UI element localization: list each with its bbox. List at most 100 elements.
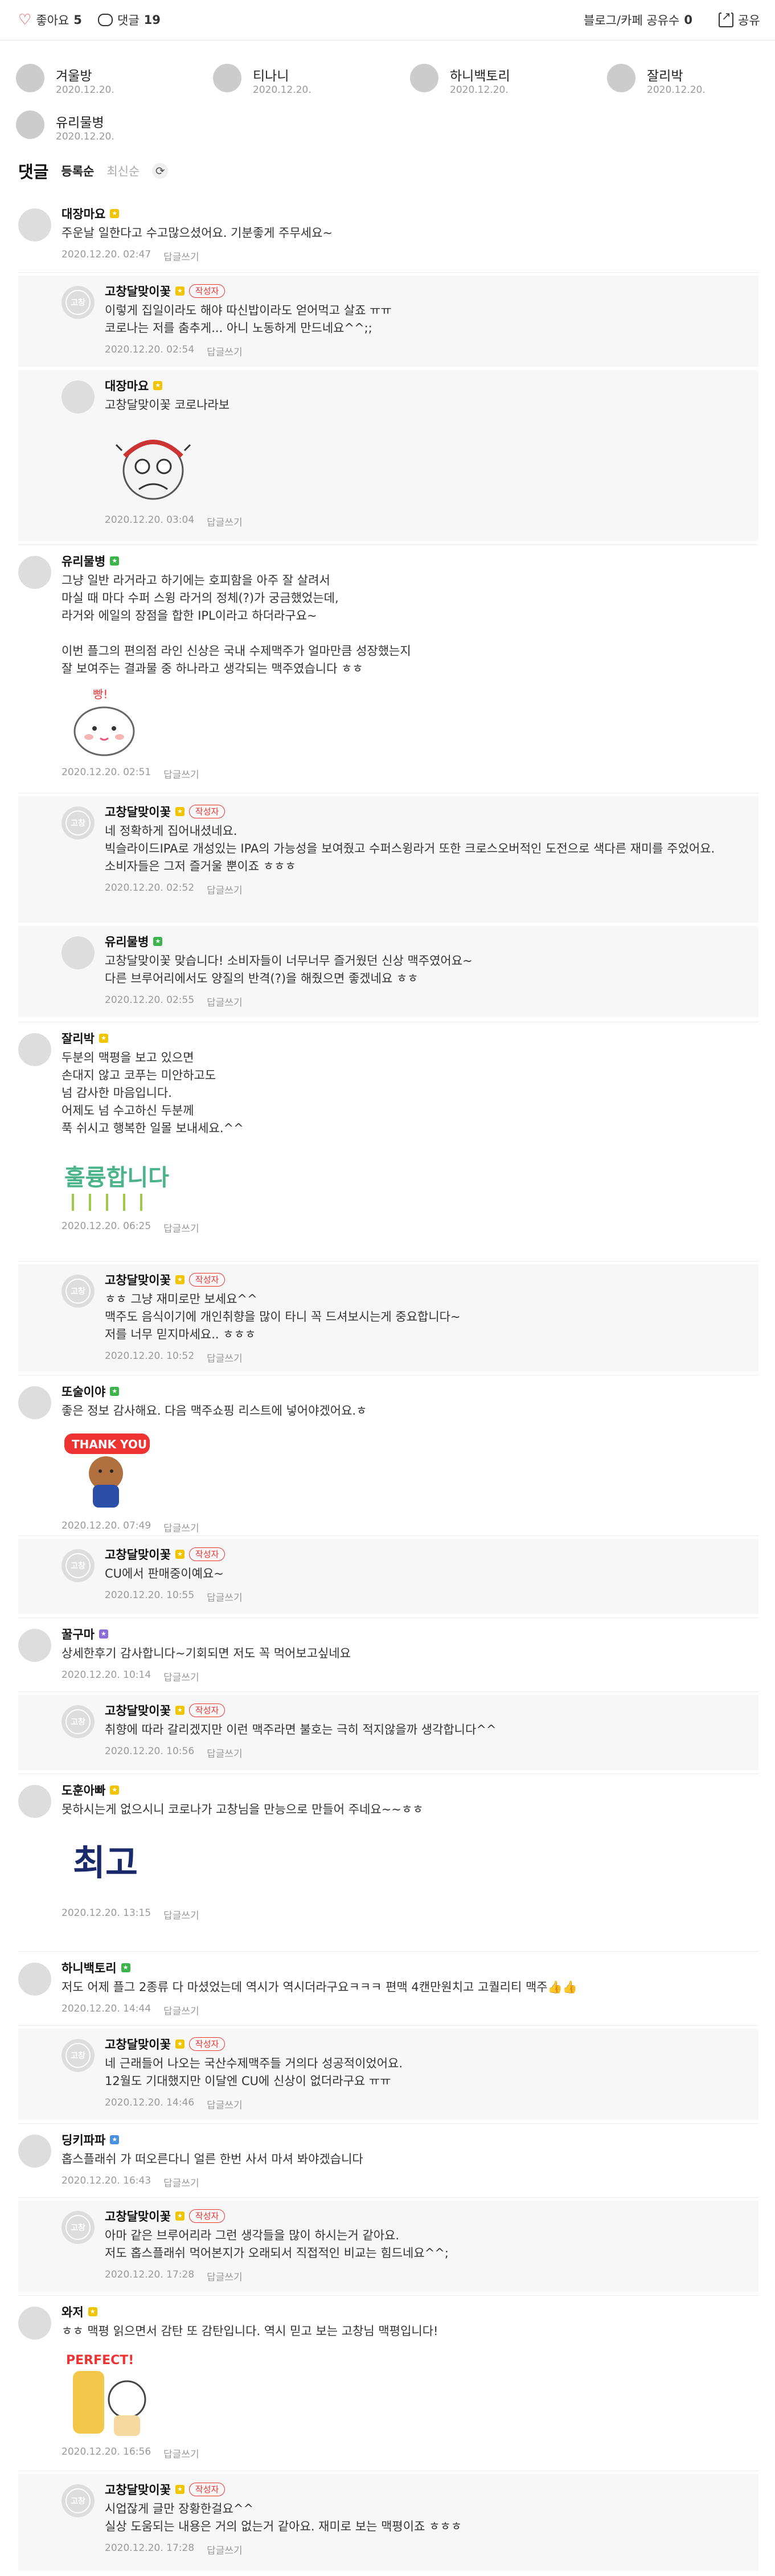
reply-button[interactable]: 답글쓰기	[163, 767, 199, 781]
reply-button[interactable]: 답글쓰기	[207, 1590, 243, 1604]
comment-author[interactable]: 고창달맞이꽃	[105, 803, 171, 820]
comment-author[interactable]: 유리물병	[105, 933, 149, 950]
reply-button[interactable]: 답글쓰기	[207, 994, 243, 1009]
reply-button[interactable]: 답글쓰기	[163, 2003, 199, 2017]
reply-button[interactable]: 답글쓰기	[207, 344, 243, 358]
share-button[interactable]: 공유	[719, 9, 760, 28]
divider	[18, 2025, 758, 2026]
comment-date: 2020.12.20. 02:54	[105, 344, 195, 355]
avatar[interactable]: 고창	[61, 2484, 95, 2517]
avatar[interactable]	[18, 556, 51, 589]
writer-badge: 작성자	[188, 1273, 225, 1287]
comment-toggle-button[interactable]: 댓글 19	[98, 11, 161, 28]
level-badge-icon: ★	[99, 1629, 108, 1639]
avatar[interactable]: 고창	[61, 286, 95, 319]
level-badge-icon: ★	[175, 1706, 184, 1715]
liker-item[interactable]: 잘리박 2020.12.20.	[607, 60, 775, 100]
comment-author[interactable]: 딩키파파	[61, 2131, 105, 2148]
comment-label: 댓글	[117, 14, 140, 27]
reply-button[interactable]: 답글쓰기	[163, 1221, 199, 1235]
comment-author[interactable]: 고창달맞이꽃	[105, 282, 171, 300]
divider	[18, 1261, 758, 1262]
reply-button[interactable]: 답글쓰기	[207, 2269, 243, 2283]
reply-button[interactable]: 답글쓰기	[207, 1350, 243, 1365]
comment-item: 도훈아빠 ★ 못하시는게 없으시니 코로나가 고창님을 만능으로 만들어 주네요~…	[0, 1777, 775, 1948]
avatar	[16, 64, 44, 92]
divider	[18, 1951, 758, 1952]
reply-button[interactable]: 답글쓰기	[163, 1669, 199, 1684]
comment-author[interactable]: 고창달맞이꽃	[105, 1546, 171, 1563]
level-badge-icon: ★	[110, 1387, 120, 1396]
avatar[interactable]: 고창	[61, 2039, 95, 2072]
comment-item: 딩키파파 ★ 홉스플래쉬 가 떠오른다니 얼른 한번 사서 마셔 봐야겠습니다 2…	[0, 2127, 775, 2195]
share-count: 블로그/카페 공유수 0	[584, 11, 692, 28]
comment-text: 못하시는게 없으시니 코로나가 고창님을 만능으로 만들어 주네요~~ㅎㅎ	[61, 1803, 424, 1816]
liker-item[interactable]: 겨울방 2020.12.20.	[16, 60, 198, 100]
liker-name: 잘리박	[647, 69, 683, 84]
reply-button[interactable]: 답글쓰기	[163, 249, 199, 263]
comment-author[interactable]: 대장마요	[105, 377, 149, 394]
liker-item[interactable]: 하니백토리 2020.12.20.	[410, 60, 592, 100]
avatar[interactable]	[18, 2135, 51, 2168]
share-count-value: 0	[684, 13, 692, 27]
level-badge-icon: ★	[153, 381, 163, 390]
avatar[interactable]	[18, 1785, 51, 1818]
reply-button[interactable]: 답글쓰기	[207, 514, 243, 529]
sort-by-registered[interactable]: 등록순	[61, 162, 94, 179]
liker-item[interactable]: 유리물병 2020.12.20.	[16, 107, 198, 147]
avatar[interactable]: 고창	[61, 2211, 95, 2244]
divider	[18, 2295, 758, 2296]
comment-text: 저도 어제 플그 2종류 다 마셨었는데 역시가 역시더라구요ㅋㅋㅋ 편맥 4캔…	[61, 1980, 577, 1994]
refresh-icon[interactable]: ⟳	[152, 163, 169, 179]
comment-author[interactable]: 도훈아빠	[61, 1782, 105, 1799]
liker-item[interactable]: 티나니 2020.12.20.	[213, 60, 395, 100]
avatar[interactable]	[18, 1629, 51, 1662]
sort-by-latest[interactable]: 최신순	[106, 162, 140, 179]
comment-author[interactable]: 하니백토리	[61, 1959, 117, 1976]
avatar[interactable]: 고창	[61, 806, 95, 839]
liker-name: 티나니	[253, 69, 289, 84]
liker-name: 유리물병	[56, 116, 104, 130]
comment-date: 2020.12.20. 03:04	[105, 514, 195, 526]
level-badge-icon: ★	[175, 807, 184, 816]
level-badge-icon: ★	[175, 2485, 184, 2494]
reply-button[interactable]: 답글쓰기	[207, 2097, 243, 2111]
liker-name: 겨울방	[56, 69, 92, 84]
avatar[interactable]: 고창	[61, 1275, 95, 1308]
reply-button[interactable]: 답글쓰기	[163, 2175, 199, 2189]
like-button[interactable]: ♡ 좋아요 5	[18, 11, 82, 28]
comment-date: 2020.12.20. 02:52	[105, 882, 195, 894]
avatar[interactable]	[18, 2307, 51, 2340]
avatar[interactable]	[61, 380, 95, 413]
comment-author[interactable]: 와저	[61, 2303, 84, 2320]
comment-author[interactable]: 고창달맞이꽃	[105, 1271, 171, 1288]
reply-button[interactable]: 답글쓰기	[207, 1746, 243, 1760]
reply-button[interactable]: 답글쓰기	[207, 2542, 243, 2557]
comment-author[interactable]: 꿀구마	[61, 1625, 95, 1643]
avatar[interactable]: 고창	[61, 1549, 95, 1582]
comment-author[interactable]: 고창달맞이꽃	[105, 2481, 171, 2498]
reply-button[interactable]: 답글쓰기	[163, 1520, 199, 1534]
avatar[interactable]	[61, 936, 95, 969]
reply-item: 대장마요 ★ 고창달맞이꽃 코로나라보 2020.12.20. 03:04 답글쓰기	[18, 370, 758, 541]
avatar[interactable]	[18, 208, 51, 241]
comment-text: 좋은 정보 감사해요. 다음 맥주쇼핑 리스트에 넣어야겠어요.ㅎ	[61, 1404, 367, 1418]
reply-button[interactable]: 답글쓰기	[163, 2446, 199, 2460]
avatar[interactable]	[18, 1033, 51, 1066]
comment-author[interactable]: 고창달맞이꽃	[105, 2036, 171, 2053]
avatar[interactable]	[18, 1963, 51, 1996]
comment-author[interactable]: 대장마요	[61, 205, 105, 222]
comment-author[interactable]: 또술이야	[61, 1383, 105, 1400]
comment-author[interactable]: 잘리박	[61, 1030, 95, 1047]
comment-author[interactable]: 고창달맞이꽃	[105, 1702, 171, 1719]
sticker-image	[105, 422, 202, 507]
comment-text: 네 정확하게 집어내셨네요. 빅슬라이드IPA로 개성있는 IPA의 가능성을 …	[105, 824, 715, 873]
comment-date: 2020.12.20. 10:52	[105, 1350, 195, 1362]
reply-button[interactable]: 답글쓰기	[207, 882, 243, 896]
avatar[interactable]	[18, 1386, 51, 1419]
reply-button[interactable]: 답글쓰기	[163, 1907, 199, 1922]
level-badge-icon: ★	[121, 1963, 130, 1972]
avatar[interactable]: 고창	[61, 1705, 95, 1738]
comment-author[interactable]: 고창달맞이꽃	[105, 2208, 171, 2225]
comment-author[interactable]: 유리물병	[61, 552, 105, 570]
